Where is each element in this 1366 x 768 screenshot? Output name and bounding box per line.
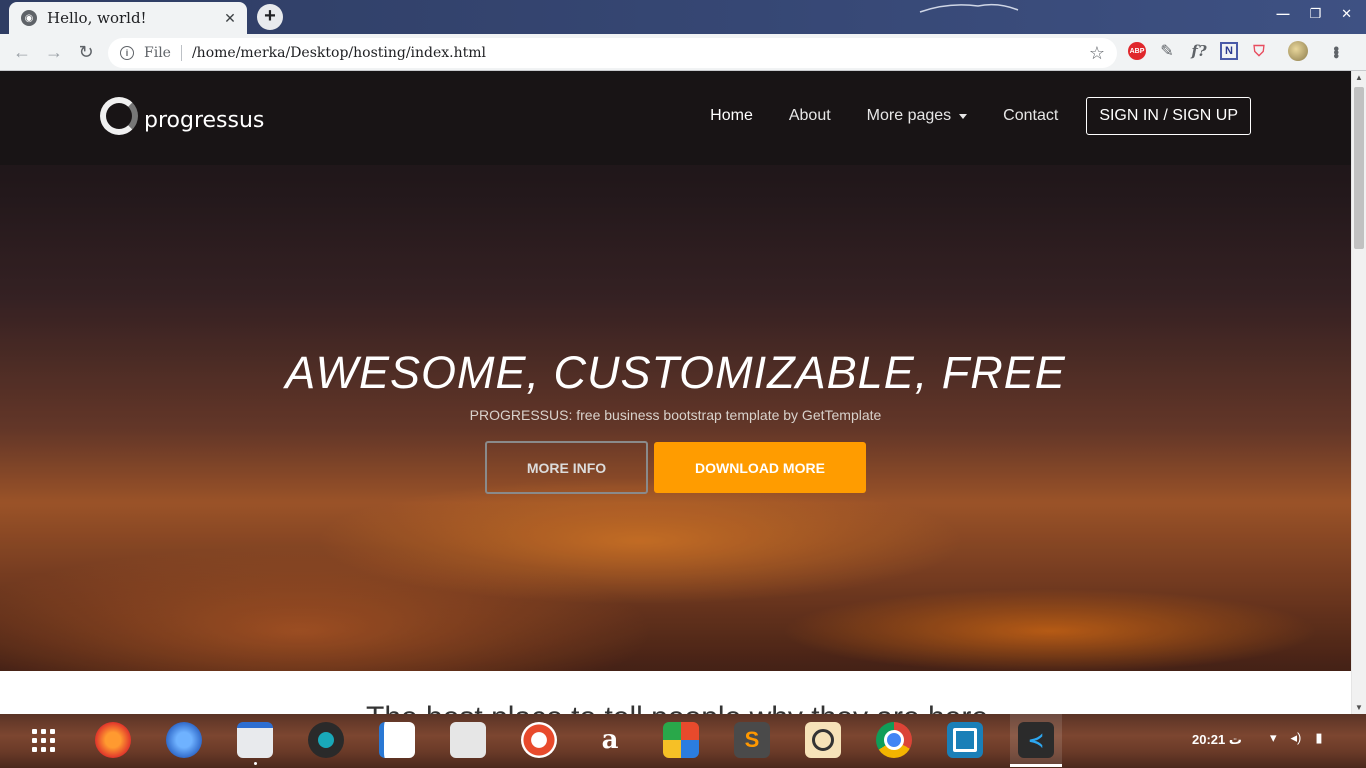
progress-ring-icon bbox=[100, 97, 138, 135]
camera-icon[interactable] bbox=[805, 722, 841, 758]
security-label: File bbox=[144, 45, 171, 61]
scroll-down-arrow-icon[interactable]: ▼ bbox=[1355, 703, 1363, 712]
browser-toolbar: ← → ↻ i File /home/merka/Desktop/hosting… bbox=[0, 34, 1366, 71]
browser-tab[interactable]: ◉ Hello, world! ✕ bbox=[9, 2, 247, 34]
os-taskbar: a S ≺ 20:21 ت ▾ ◂) ▮ bbox=[0, 714, 1366, 768]
address-url[interactable]: /home/merka/Desktop/hosting/index.html bbox=[192, 45, 1089, 61]
thunderbird-icon[interactable] bbox=[166, 722, 202, 758]
running-indicator bbox=[254, 762, 257, 765]
nav-menu: Home About More pages Contact SIGN IN / … bbox=[674, 97, 1251, 135]
notion-extension-icon[interactable]: N bbox=[1220, 42, 1238, 60]
caret-down-icon bbox=[959, 113, 968, 119]
close-window-button[interactable]: ✕ bbox=[1341, 6, 1352, 22]
browser-tab-strip: ◉ Hello, world! ✕ + — ❐ ✕ bbox=[0, 0, 1366, 34]
address-separator bbox=[180, 45, 182, 61]
extension-bar: ABP ✎ f? N ⛉ ••• bbox=[1128, 40, 1346, 62]
hero-title: AWESOME, CUSTOMIZABLE, FREE bbox=[285, 347, 1066, 398]
new-tab-button[interactable]: + bbox=[257, 4, 283, 30]
address-bar[interactable]: i File /home/merka/Desktop/hosting/index… bbox=[108, 38, 1117, 68]
brand-name: progressus bbox=[144, 107, 265, 133]
chrome-icon[interactable] bbox=[876, 722, 912, 758]
formula-extension-icon[interactable]: f? bbox=[1188, 40, 1210, 62]
pen-extension-icon[interactable]: ✎ bbox=[1156, 40, 1178, 62]
system-clock[interactable]: 20:21 ت bbox=[1192, 732, 1242, 748]
profile-avatar[interactable] bbox=[1288, 41, 1308, 61]
more-info-button[interactable]: MORE INFO bbox=[485, 441, 648, 494]
site-navbar: progressus Home About More pages Contact… bbox=[0, 71, 1351, 165]
window-controls: — ❐ ✕ bbox=[1276, 6, 1352, 22]
volume-icon[interactable]: ◂) bbox=[1291, 730, 1302, 746]
amazon-icon[interactable]: a bbox=[592, 722, 628, 758]
brand-logo[interactable]: progressus bbox=[100, 97, 264, 135]
privacy-shield-icon[interactable]: ⛉ bbox=[1248, 40, 1270, 62]
minimize-button[interactable]: — bbox=[1276, 6, 1289, 22]
system-tray: ▾ ◂) ▮ bbox=[1270, 730, 1323, 746]
tab-title: Hello, world! bbox=[47, 9, 147, 27]
battery-icon[interactable]: ▮ bbox=[1315, 730, 1322, 746]
maximize-button[interactable]: ❐ bbox=[1309, 6, 1321, 22]
section-heading: The best place to tell people why they a… bbox=[366, 701, 988, 714]
back-arrow-icon[interactable]: ← bbox=[11, 41, 33, 63]
page-viewport: progressus Home About More pages Contact… bbox=[0, 71, 1351, 714]
sublime-text-icon[interactable]: S bbox=[734, 722, 770, 758]
download-more-button[interactable]: DOWNLOAD MORE bbox=[654, 442, 866, 493]
files-icon[interactable] bbox=[237, 722, 273, 758]
browser-menu-icon[interactable]: ••• bbox=[1324, 40, 1346, 62]
page-scrollbar[interactable]: ▲ ▼ bbox=[1351, 71, 1366, 714]
adblock-plus-icon[interactable]: ABP bbox=[1128, 42, 1146, 60]
wallpaper-decoration bbox=[919, 3, 1019, 13]
software-store-icon[interactable] bbox=[450, 722, 486, 758]
signin-button[interactable]: SIGN IN / SIGN UP bbox=[1086, 97, 1251, 135]
wifi-icon[interactable]: ▾ bbox=[1270, 730, 1277, 746]
music-player-icon[interactable] bbox=[308, 722, 344, 758]
nav-home-link[interactable]: Home bbox=[710, 107, 753, 125]
bookmark-star-icon[interactable]: ☆ bbox=[1089, 43, 1105, 64]
reload-icon[interactable]: ↻ bbox=[75, 41, 97, 63]
help-lifebuoy-icon[interactable] bbox=[521, 722, 557, 758]
vscode-icon[interactable]: ≺ bbox=[1018, 722, 1054, 758]
forward-arrow-icon[interactable]: → bbox=[43, 41, 65, 63]
nav-about-link[interactable]: About bbox=[789, 107, 831, 125]
app-launcher-icon[interactable] bbox=[32, 729, 56, 753]
hero-subtitle: PROGRESSUS: free business bootstrap temp… bbox=[469, 407, 882, 423]
mosaic-app-icon[interactable] bbox=[663, 722, 699, 758]
globe-icon: ◉ bbox=[21, 10, 37, 26]
firefox-icon[interactable] bbox=[95, 722, 131, 758]
scroll-up-arrow-icon[interactable]: ▲ bbox=[1355, 73, 1363, 82]
nav-contact-link[interactable]: Contact bbox=[1003, 107, 1058, 125]
nav-more-pages-dropdown[interactable]: More pages bbox=[867, 107, 968, 125]
nav-more-pages-label: More pages bbox=[866, 107, 952, 124]
tab-close-icon[interactable]: ✕ bbox=[221, 10, 239, 27]
scrollbar-thumb[interactable] bbox=[1354, 87, 1364, 249]
virtual-machine-icon[interactable] bbox=[947, 722, 983, 758]
active-app-indicator bbox=[1010, 764, 1062, 767]
documents-icon[interactable] bbox=[379, 722, 415, 758]
info-icon[interactable]: i bbox=[120, 46, 134, 60]
